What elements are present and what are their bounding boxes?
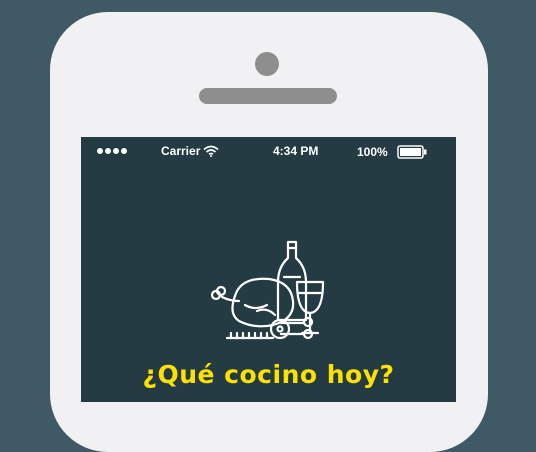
status-bar: Carrier 4:34 PM 100% <box>81 137 456 167</box>
app-screen: Carrier 4:34 PM 100% ¿Qué cocino hoy? <box>81 137 456 402</box>
signal-strength-icon <box>97 148 127 154</box>
roast-chicken-wine-icon <box>210 240 325 340</box>
wifi-icon <box>203 145 219 157</box>
phone-camera <box>255 52 279 76</box>
battery-icon <box>397 145 427 159</box>
carrier-label: Carrier <box>161 144 201 158</box>
phone-speaker <box>199 88 337 104</box>
clock: 4:34 PM <box>273 144 319 158</box>
app-title: ¿Qué cocino hoy? <box>142 360 395 389</box>
battery-percentage: 100% <box>357 145 388 159</box>
